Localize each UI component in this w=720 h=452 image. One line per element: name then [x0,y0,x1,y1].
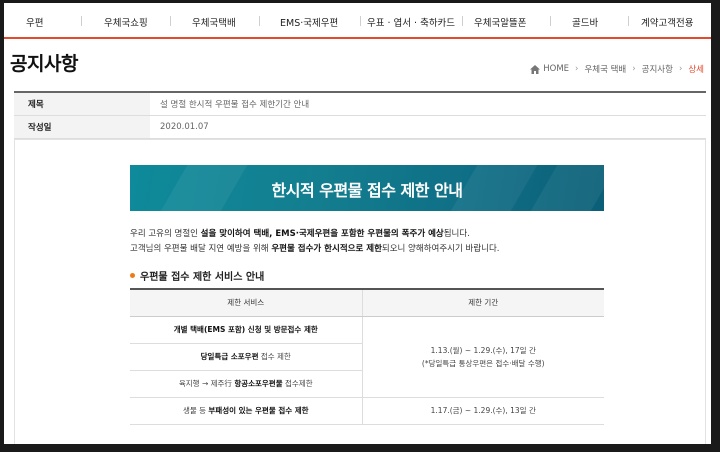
period-cell: 1.17.(금) ~ 1.29.(수), 13일 간 [362,397,604,425]
chevron-right-icon: › [632,64,636,74]
service-text: 개별 택배(EMS 포함) 신청 및 방문접수 제한 [173,325,318,334]
nav-item-parcel[interactable]: 우체국택배 [192,15,236,29]
subject-value: 설 명절 한시적 우편물 접수 제한기간 안내 [160,100,310,110]
nav-divider [462,16,463,26]
breadcrumb-current: 상세 [688,65,704,75]
banner-title: 한시적 우편물 접수 제한 안내 [271,181,463,200]
top-navigation: 우편 우체국쇼핑 우체국택배 EMS·국제우편 우표 · 엽서 · 축하카드 우… [4,3,711,39]
service-cell: 개별 택배(EMS 포함) 신청 및 방문접수 제한 [130,316,363,344]
nav-item-stamps[interactable]: 우표 · 엽서 · 축하카드 [367,15,455,29]
info-row-subject: 제목 설 명절 한시적 우편물 접수 제한기간 안내 [14,93,706,116]
table-row: 개별 택배(EMS 포함) 신청 및 방문접수 제한 1.13.(월) ~ 1.… [130,316,604,398]
column-header-period: 제한 기간 [362,289,604,317]
section-title: 우편물 접수 제한 서비스 안내 [130,268,264,283]
restriction-table: 제한 서비스 제한 기간 개별 택배(EMS 포함) 신청 및 방문접수 제한 … [130,288,604,425]
notice-content: 한시적 우편물 접수 제한 안내 우리 고유의 명절인 설을 맞이하여 택배, … [14,139,706,444]
nav-item-post[interactable]: 우편 [26,15,43,29]
table-row: 생물 등 부패성이 있는 우편물 접수 제한 1.17.(금) ~ 1.29.(… [130,397,604,425]
breadcrumb-notice[interactable]: 공지사항 [642,63,673,75]
notice-info-table: 제목 설 명절 한시적 우편물 접수 제한기간 안내 작성일 2020.01.0… [14,91,706,139]
nav-item-mobile[interactable]: 우체국알뜰폰 [474,15,526,29]
intro-text-emphasis: 설을 맞이하여 택배, EMS·국제우편을 포함한 우편물의 폭주가 예상 [200,229,444,239]
section-title-text: 우편물 접수 제한 서비스 안내 [140,272,265,283]
intro-text-part: 고객님의 우편물 배달 지연 예방을 위해 [130,244,272,254]
notice-banner: 한시적 우편물 접수 제한 안내 [130,165,604,211]
nav-divider [170,16,171,26]
nav-item-ems[interactable]: EMS·국제우편 [280,15,338,29]
info-row-date: 작성일 2020.01.07 [14,116,706,139]
intro-text-emphasis: 우편물 접수가 한시적으로 제한 [271,244,382,254]
period-text: 1.17.(금) ~ 1.29.(수), 13일 간 [430,406,536,415]
home-icon [530,64,541,74]
nav-divider [628,16,629,26]
service-text: 육지행 → 제주行 [178,379,235,388]
service-text-emphasis: 항공소포우편물 [234,379,283,388]
intro-text-part: 됩니다. [443,229,470,239]
subject-label: 제목 [14,93,150,115]
period-note: (*당일특급 통상우편은 접수·배달 수행) [421,358,545,368]
intro-text-part: 우리 고유의 명절인 [130,229,201,239]
table-header-row: 제한 서비스 제한 기간 [130,289,604,317]
bullet-icon [130,273,135,278]
service-text-emphasis: 부패성이 있는 우편물 접수 제한 [208,406,309,415]
chevron-right-icon: › [575,64,579,74]
nav-item-goldbar[interactable]: 골드바 [572,15,598,29]
service-text: 접수제한 [282,379,313,388]
intro-text-part: 되오니 양해하여주시기 바랍니다. [381,244,500,254]
service-cell: 생물 등 부패성이 있는 우편물 접수 제한 [130,397,363,425]
nav-divider [259,16,260,26]
chevron-right-icon: › [678,64,683,74]
browser-viewport: 우편 우체국쇼핑 우체국택배 EMS·국제우편 우표 · 엽서 · 축하카드 우… [4,3,711,444]
intro-text: 우리 고유의 명절인 설을 맞이하여 택배, EMS·국제우편을 포함한 우편물… [130,227,610,257]
page-title: 공지사항 [10,53,78,75]
breadcrumb-home[interactable]: HOME [543,64,569,74]
nav-divider [550,16,551,26]
period-text: 1.13.(월) ~ 1.29.(수), 17일 간 [430,345,536,355]
breadcrumb-parcel[interactable]: 우체국 택배 [584,63,626,75]
nav-divider [81,16,82,26]
intro-line-1: 우리 고유의 명절인 설을 맞이하여 택배, EMS·국제우편을 포함한 우편물… [130,227,610,242]
nav-item-contract[interactable]: 계약고객전용 [641,15,693,29]
breadcrumb: HOME › 우체국 택배 › 공지사항 › 상세 [530,63,704,75]
service-text: 접수 제한 [258,352,291,361]
date-label: 작성일 [14,116,150,138]
date-value: 2020.01.07 [160,122,209,132]
service-text: 생물 등 [182,406,209,415]
column-header-service: 제한 서비스 [130,289,363,317]
nav-divider [360,16,361,26]
period-cell: 1.13.(월) ~ 1.29.(수), 17일 간 (*당일특급 통상우편은 … [362,316,604,398]
service-cell: 당일특급 소포우편 접수 제한 [130,343,363,371]
service-text-emphasis: 당일특급 소포우편 [200,352,259,361]
service-cell: 육지행 → 제주行 항공소포우편물 접수제한 [130,370,363,398]
nav-item-shopping[interactable]: 우체국쇼핑 [104,15,148,29]
intro-line-2: 고객님의 우편물 배달 지연 예방을 위해 우편물 접수가 한시적으로 제한되오… [130,242,610,257]
